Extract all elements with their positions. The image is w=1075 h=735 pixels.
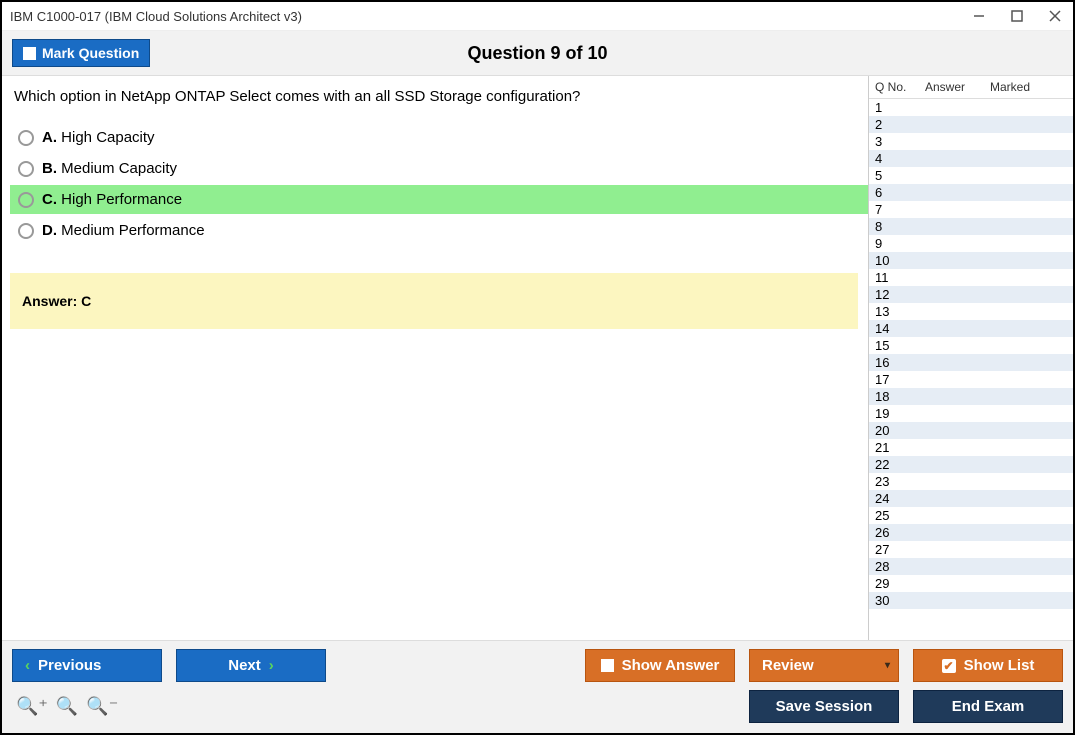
end-exam-button[interactable]: End Exam [913,690,1063,723]
next-button[interactable]: Next › [176,649,326,682]
question-list[interactable]: 1 2 3 4 5 6 7 8 9 10 11 12 13 14 15 16 1… [869,99,1073,640]
list-item[interactable]: 1 [869,99,1073,116]
radio-icon[interactable] [18,223,34,239]
question-list-panel: Q No. Answer Marked 1 2 3 4 5 6 7 8 9 10… [868,76,1073,640]
chevron-left-icon: ‹ [25,657,30,674]
list-item[interactable]: 9 [869,235,1073,252]
checkbox-icon [601,659,614,672]
list-item[interactable]: 27 [869,541,1073,558]
list-item[interactable]: 22 [869,456,1073,473]
option-c[interactable]: C. High Performance [10,185,868,214]
list-item[interactable]: 16 [869,354,1073,371]
list-item[interactable]: 10 [869,252,1073,269]
list-item[interactable]: 5 [869,167,1073,184]
titlebar: IBM C1000-017 (IBM Cloud Solutions Archi… [2,2,1073,31]
option-b[interactable]: B. Medium Capacity [10,154,868,183]
list-header: Q No. Answer Marked [869,76,1073,99]
question-panel: Which option in NetApp ONTAP Select come… [2,76,868,640]
list-item[interactable]: 2 [869,116,1073,133]
list-item[interactable]: 15 [869,337,1073,354]
col-answer: Answer [925,80,990,94]
option-letter: B. [42,160,57,177]
end-exam-label: End Exam [952,698,1025,715]
question-counter: Question 9 of 10 [467,43,607,64]
option-letter: C. [42,191,57,208]
col-qno: Q No. [875,80,925,94]
zoom-out-icon[interactable]: 🔍⁻ [86,696,118,717]
option-letter: A. [42,129,57,146]
option-text: High Performance [61,191,182,208]
list-item[interactable]: 14 [869,320,1073,337]
list-item[interactable]: 4 [869,150,1073,167]
next-label: Next [228,657,261,674]
option-d[interactable]: D. Medium Performance [10,216,868,245]
review-label: Review [762,657,814,674]
chevron-right-icon: › [269,657,274,674]
answer-box: Answer: C [10,273,858,329]
radio-icon[interactable] [18,192,34,208]
radio-icon[interactable] [18,130,34,146]
mark-question-label: Mark Question [42,45,139,61]
window-title: IBM C1000-017 (IBM Cloud Solutions Archi… [10,9,302,24]
list-item[interactable]: 17 [869,371,1073,388]
list-item[interactable]: 30 [869,592,1073,609]
save-session-button[interactable]: Save Session [749,690,899,723]
zoom-reset-icon[interactable]: 🔍 [56,696,78,717]
list-item[interactable]: 28 [869,558,1073,575]
close-icon[interactable] [1045,6,1065,26]
list-item[interactable]: 29 [869,575,1073,592]
previous-button[interactable]: ‹ Previous [12,649,162,682]
minimize-icon[interactable] [969,6,989,26]
show-list-button[interactable]: ✔ Show List [913,649,1063,682]
show-answer-label: Show Answer [622,657,720,674]
col-marked: Marked [990,80,1060,94]
save-session-label: Save Session [776,698,873,715]
chevron-down-icon: ▾ [885,660,898,671]
list-item[interactable]: 8 [869,218,1073,235]
body-area: Which option in NetApp ONTAP Select come… [2,76,1073,640]
list-item[interactable]: 25 [869,507,1073,524]
list-item[interactable]: 6 [869,184,1073,201]
show-list-label: Show List [964,657,1035,674]
option-text: Medium Performance [61,222,204,239]
list-item[interactable]: 20 [869,422,1073,439]
zoom-controls: 🔍⁺ 🔍 🔍⁻ [12,696,118,717]
list-item[interactable]: 13 [869,303,1073,320]
list-item[interactable]: 19 [869,405,1073,422]
window-controls [969,6,1065,26]
list-item[interactable]: 18 [869,388,1073,405]
show-answer-button[interactable]: Show Answer [585,649,735,682]
option-a[interactable]: A. High Capacity [10,123,868,152]
header-bar: Mark Question Question 9 of 10 [2,31,1073,76]
maximize-icon[interactable] [1007,6,1027,26]
option-text: High Capacity [61,129,154,146]
list-item[interactable]: 12 [869,286,1073,303]
list-item[interactable]: 23 [869,473,1073,490]
app-window: IBM C1000-017 (IBM Cloud Solutions Archi… [0,0,1075,735]
list-item[interactable]: 7 [869,201,1073,218]
radio-icon[interactable] [18,161,34,177]
option-letter: D. [42,222,57,239]
checkbox-icon [23,47,36,60]
list-item[interactable]: 11 [869,269,1073,286]
list-item[interactable]: 26 [869,524,1073,541]
checkbox-checked-icon: ✔ [942,659,956,673]
mark-question-button[interactable]: Mark Question [12,39,150,67]
zoom-in-icon[interactable]: 🔍⁺ [16,696,48,717]
review-button[interactable]: Review ▾ [749,649,899,682]
option-text: Medium Capacity [61,160,177,177]
question-text: Which option in NetApp ONTAP Select come… [10,88,868,105]
list-item[interactable]: 3 [869,133,1073,150]
list-item[interactable]: 24 [869,490,1073,507]
list-item[interactable]: 21 [869,439,1073,456]
footer: ‹ Previous Next › Show Answer Review ▾ ✔… [2,640,1073,733]
previous-label: Previous [38,657,101,674]
